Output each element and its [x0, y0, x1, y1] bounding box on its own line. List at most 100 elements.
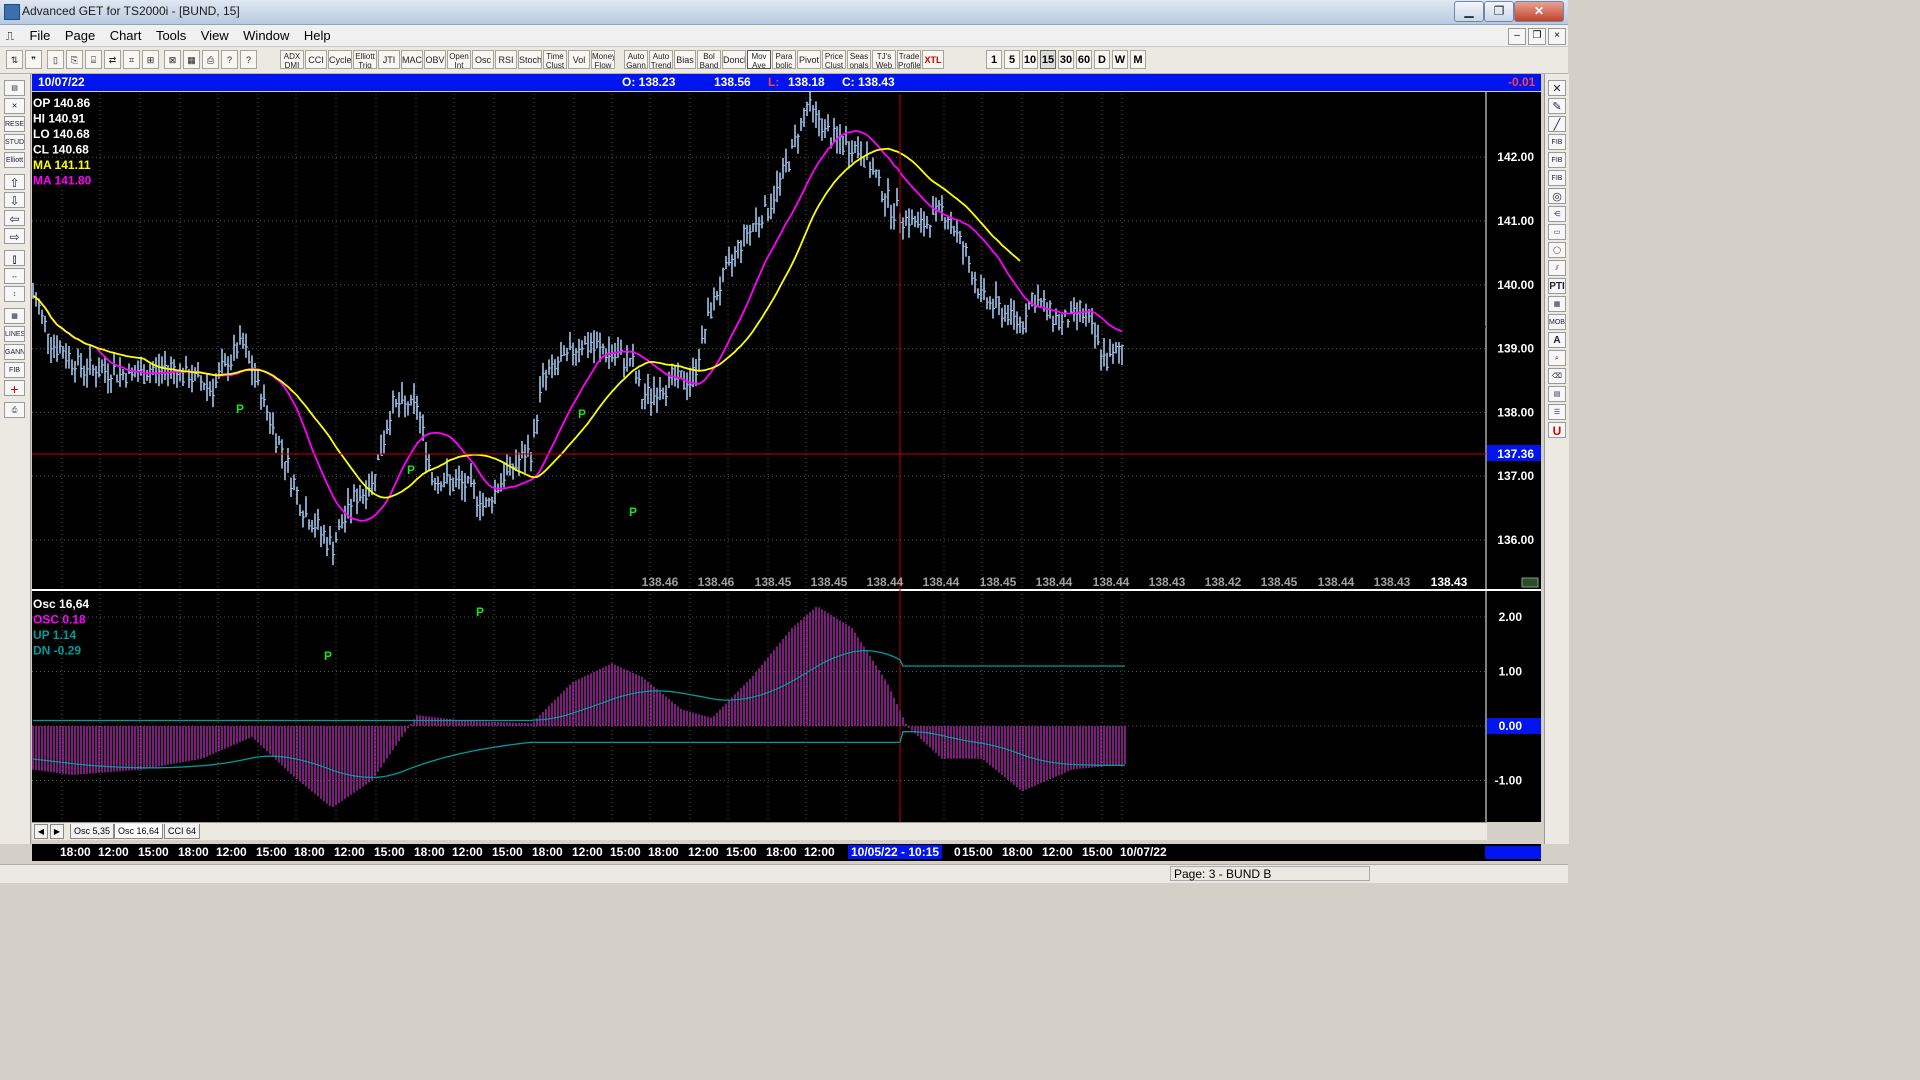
gann-fan-icon[interactable]: GANN — [4, 344, 25, 360]
magnify-icon[interactable]: ⌕ — [1548, 350, 1566, 366]
study-button-donch[interactable]: Donch — [722, 50, 746, 69]
study-button-cci[interactable]: CCI — [305, 50, 327, 69]
menu-help[interactable]: Help — [299, 25, 336, 46]
gann-icon[interactable]: ✕ — [4, 98, 25, 114]
timeframe-60[interactable]: 60 — [1076, 50, 1092, 69]
tab-scroll-left-icon[interactable]: ◀ — [34, 824, 48, 839]
timeframe-W[interactable]: W — [1112, 50, 1128, 69]
menu-chart[interactable]: Chart — [105, 25, 147, 46]
lines-icon[interactable]: LINES — [4, 326, 25, 342]
pencil-icon[interactable]: ✎ — [1548, 98, 1566, 114]
study-button-time-clust[interactable]: Time Clust — [543, 50, 567, 69]
study-button-seas-onals[interactable]: Seas onals — [847, 50, 871, 69]
study-button-open-int[interactable]: Open Int — [447, 50, 471, 69]
timeframe-30[interactable]: 30 — [1058, 50, 1074, 69]
print-icon[interactable]: ⎙ — [4, 402, 25, 418]
tab-cci-64[interactable]: CCI 64 — [164, 824, 201, 839]
file-tool-0-icon[interactable]: ⇅ — [6, 50, 23, 69]
file-tool-4-icon[interactable]: ⌸ — [85, 50, 102, 69]
cross-icon[interactable]: + — [4, 380, 25, 396]
u-icon[interactable]: U — [1548, 422, 1566, 438]
file-tool-12-icon[interactable]: ? — [240, 50, 257, 69]
zoom-v-icon[interactable]: ↕ — [4, 286, 25, 302]
timeframe-10[interactable]: 10 — [1022, 50, 1038, 69]
mdi-close-button[interactable]: × — [1548, 28, 1566, 45]
study-button-bias[interactable]: Bias — [674, 50, 696, 69]
fib-icon[interactable]: FIB — [4, 362, 25, 378]
mob-icon[interactable]: MOB — [1548, 314, 1566, 330]
chart-area[interactable]: P P P P P P 142.00 141.00 140.00 139.00 138.00 137.… — [32, 92, 1541, 844]
study-button-pivot[interactable]: Pivot — [797, 50, 821, 69]
study-button-xtl[interactable]: XTL — [922, 50, 944, 69]
fib-ret-icon[interactable]: FIB RET — [1548, 134, 1566, 150]
timeframe-1[interactable]: 1 — [986, 50, 1002, 69]
study-button-rsi[interactable]: RSI — [495, 50, 517, 69]
file-tool-5-icon[interactable]: ⇄ — [104, 50, 121, 69]
minimize-button[interactable]: ▁ — [1454, 1, 1484, 22]
timeframe-M[interactable]: M — [1130, 50, 1146, 69]
arrow-right-icon[interactable]: ⇨ — [4, 228, 25, 244]
file-tool-9-icon[interactable]: ▦ — [183, 50, 200, 69]
scroll-corner-icon[interactable] — [1521, 577, 1539, 588]
circle-icon[interactable]: ◎ — [1548, 188, 1566, 204]
file-tool-2-icon[interactable]: ▯ — [47, 50, 64, 69]
fib-time-icon[interactable]: FIB TIME — [1548, 170, 1566, 186]
bars-icon[interactable]: ⫾ — [4, 250, 25, 266]
study-button-jti[interactable]: JTI — [378, 50, 400, 69]
channel-icon[interactable]: ⫽ — [1548, 260, 1566, 276]
timeframe-15[interactable]: 15 — [1040, 50, 1056, 69]
file-tool-10-icon[interactable]: ⎙ — [202, 50, 219, 69]
study-button-tj-s-web[interactable]: TJ's Web — [872, 50, 896, 69]
mdi-minimize-button[interactable]: – — [1508, 28, 1526, 45]
file-tool-11-icon[interactable]: ? — [221, 50, 238, 69]
list-icon[interactable]: ☰ — [1548, 404, 1566, 420]
chart-svg[interactable]: PPPPPP142.00141.00140.00139.00138.00137.… — [32, 92, 1541, 822]
file-tool-6-icon[interactable]: ⌗ — [123, 50, 140, 69]
study-button-elliott-trig[interactable]: Elliott Trig — [353, 50, 377, 69]
fib-ext-icon[interactable]: FIB EXT — [1548, 152, 1566, 168]
study-button-macd[interactable]: MACD — [401, 50, 423, 69]
study-button-para-bolic[interactable]: Para bolic — [772, 50, 796, 69]
study-button-trade-profile[interactable]: Trade Profile — [897, 50, 921, 69]
study-button-osc[interactable]: Osc — [472, 50, 494, 69]
file-tool-7-icon[interactable]: ⊞ — [142, 50, 159, 69]
box-icon[interactable]: ▭ — [1548, 224, 1566, 240]
line-icon[interactable]: ╱ — [1548, 116, 1566, 132]
close-x-icon[interactable]: ✕ — [1548, 80, 1566, 96]
tab-osc-16-64[interactable]: Osc 16,64 — [114, 824, 164, 839]
study-icon[interactable]: STUDY — [4, 134, 25, 150]
tab-scroll-right-icon[interactable]: ▶ — [50, 824, 64, 839]
elliott-icon[interactable]: Elliott — [4, 152, 25, 168]
study-button-auto-trend[interactable]: Auto Trend — [649, 50, 673, 69]
grid-icon[interactable]: ▦ — [4, 308, 25, 324]
arrow-up-icon[interactable]: ⇧ — [4, 174, 25, 190]
arrow-left-icon[interactable]: ⇦ — [4, 210, 25, 226]
menu-view[interactable]: View — [196, 25, 234, 46]
menu-file[interactable]: File — [24, 25, 55, 46]
study-button-bol-band[interactable]: Bol Band — [697, 50, 721, 69]
menu-tools[interactable]: Tools — [151, 25, 191, 46]
study-button-obv[interactable]: OBV — [424, 50, 446, 69]
reset-icon[interactable]: RESET — [4, 116, 25, 132]
study-button-stoch[interactable]: Stoch — [518, 50, 542, 69]
chart-doc-icon[interactable]: ⎍ — [0, 26, 20, 47]
close-button[interactable]: ✕ — [1514, 1, 1564, 22]
timeframe-5[interactable]: 5 — [1004, 50, 1020, 69]
study-button-adx-dmi[interactable]: ADX DMI — [280, 50, 304, 69]
arrow-down-icon[interactable]: ⇩ — [4, 192, 25, 208]
ellipse-icon[interactable]: ◯ — [1548, 242, 1566, 258]
zoom-h-icon[interactable]: ↔ — [4, 268, 25, 284]
fan-icon[interactable]: ⋲ — [1548, 206, 1566, 222]
tab-osc-5-35[interactable]: Osc 5,35 — [70, 824, 115, 839]
menu-page[interactable]: Page — [60, 25, 100, 46]
timeframe-D[interactable]: D — [1094, 50, 1110, 69]
grid-icon[interactable]: ▦ — [1548, 296, 1566, 312]
menu-window[interactable]: Window — [238, 25, 294, 46]
file-tool-8-icon[interactable]: ⊠ — [164, 50, 181, 69]
study-button-mov-ave[interactable]: Mov Ave — [747, 50, 771, 69]
open-icon[interactable]: ▤ — [4, 80, 25, 96]
table-icon[interactable]: ▤ — [1548, 386, 1566, 402]
pti-icon[interactable]: PTI — [1548, 278, 1566, 294]
study-button-auto-gann[interactable]: Auto Gann — [624, 50, 648, 69]
study-button-vol[interactable]: Vol — [568, 50, 590, 69]
